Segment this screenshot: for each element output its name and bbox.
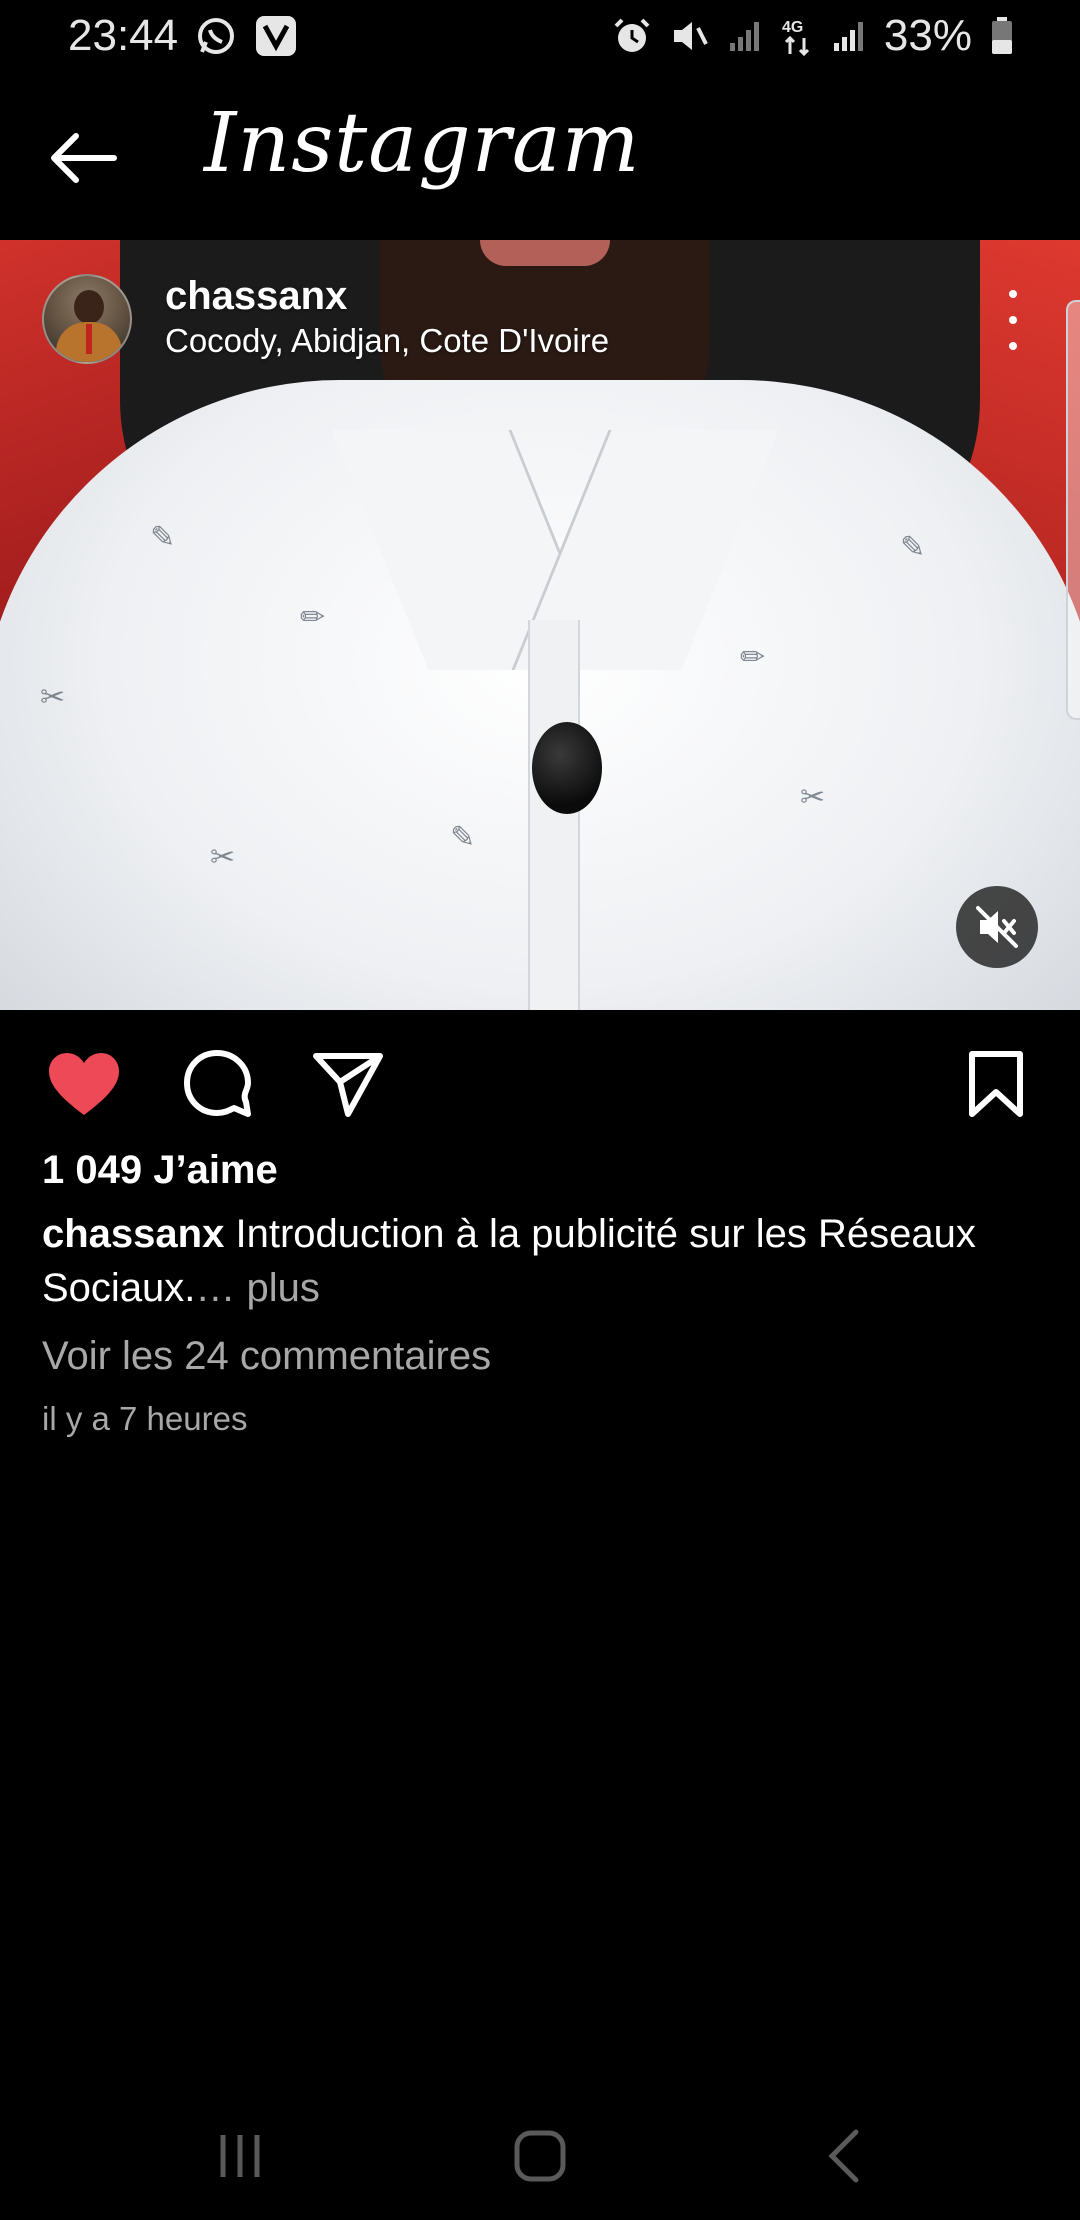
home-button[interactable]: [508, 2126, 572, 2186]
post-location[interactable]: Cocody, Abidjan, Cote D'Ivoire: [165, 322, 609, 360]
post-header: chassanx Cocody, Abidjan, Cote D'Ivoire: [0, 240, 1080, 370]
more-options-button[interactable]: [996, 290, 1030, 350]
caption-username[interactable]: chassanx: [42, 1212, 224, 1256]
signal-icon: [832, 19, 866, 53]
status-time: 23:44: [68, 11, 179, 60]
volume-off-icon: [976, 906, 1018, 948]
battery-percent: 33%: [883, 11, 972, 60]
shirt-motif: ✏: [300, 601, 326, 634]
shirt-motif: ✂: [210, 841, 236, 874]
avatar[interactable]: [42, 274, 132, 364]
status-bar: 23:44 4G 33%: [0, 0, 1080, 72]
status-right: 4G 33%: [612, 11, 1014, 61]
shirt-motif: ✎: [450, 821, 476, 854]
svg-text:4G: 4G: [782, 19, 803, 36]
shirt-motif: ✎: [900, 531, 926, 564]
save-button[interactable]: [958, 1046, 1034, 1122]
alarm-icon: [612, 16, 652, 56]
scroll-indicator[interactable]: [1066, 300, 1080, 720]
post-caption[interactable]: chassanx Introduction à la publicité sur…: [42, 1207, 1032, 1315]
shirt-motif: ✏: [740, 641, 766, 674]
shirt-motif: ✂: [40, 681, 66, 714]
video-frame-placket: [528, 620, 580, 1010]
post-timestamp: il y a 7 heures: [42, 1400, 248, 1437]
mute-button[interactable]: [956, 886, 1038, 968]
nav-back-icon: [828, 2129, 859, 2183]
comment-icon: [184, 1050, 251, 1117]
send-icon: [313, 1053, 383, 1117]
share-button[interactable]: [310, 1046, 386, 1122]
network-4g-icon: 4G: [780, 16, 814, 56]
recents-icon: [220, 2135, 260, 2177]
system-nav-bar: [0, 2090, 1080, 2220]
video-frame-microphone: [532, 722, 602, 814]
home-icon: [514, 2130, 566, 2182]
status-left: 23:44: [68, 11, 298, 61]
view-comments-link[interactable]: Voir les 24 commentaires: [42, 1334, 491, 1379]
likes-count[interactable]: 1 049 J’aime: [42, 1148, 278, 1193]
recents-button[interactable]: [208, 2126, 272, 2186]
whatsapp-icon: [196, 16, 236, 56]
back-button[interactable]: [46, 130, 118, 186]
post-video[interactable]: ✎ ✏ ✂ ✎ ✂ ✏ ✎ ✂ chassanx Cocody, Abidjan…: [0, 240, 1080, 1010]
mute-vibrate-icon: [670, 16, 710, 56]
signal-icon: [728, 19, 762, 53]
app-header: Instagram: [0, 72, 1080, 240]
system-back-button[interactable]: [812, 2126, 876, 2186]
more-vertical-icon: [1009, 290, 1017, 298]
comment-button[interactable]: [180, 1046, 256, 1122]
post-username[interactable]: chassanx: [165, 274, 347, 319]
post-actions: [0, 1010, 1080, 1150]
arrow-left-icon: [51, 133, 117, 183]
bookmark-icon: [969, 1051, 1023, 1117]
like-button[interactable]: [46, 1046, 122, 1122]
battery-icon: [990, 16, 1014, 56]
shirt-motif: ✂: [800, 781, 826, 814]
heart-filled-icon: [49, 1053, 119, 1115]
instagram-logo: Instagram: [204, 96, 641, 191]
viber-icon: [254, 14, 298, 58]
shirt-motif: ✎: [150, 521, 176, 554]
caption-more-link[interactable]: … plus: [195, 1266, 320, 1310]
